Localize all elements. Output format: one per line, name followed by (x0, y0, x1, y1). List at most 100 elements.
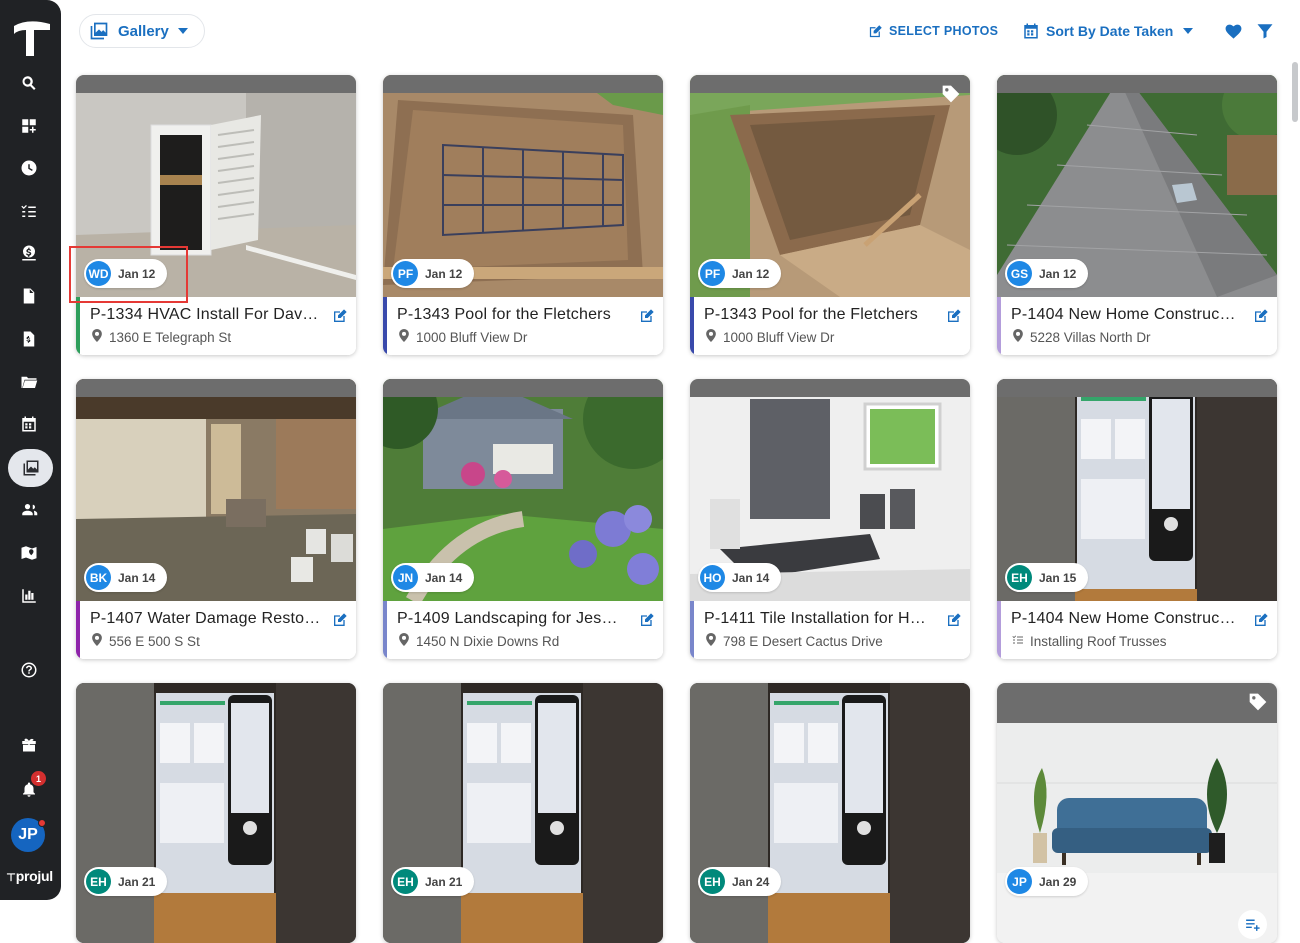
photo-thumbnail[interactable] (690, 683, 970, 943)
edit-icon (869, 24, 882, 37)
search-icon[interactable] (15, 69, 43, 97)
subtitle-text: Installing Roof Trusses (1030, 633, 1167, 649)
photo-date-chip: EH Jan 21 (84, 867, 168, 896)
project-title[interactable]: P-1407 Water Damage Resto… (90, 610, 324, 628)
projul-hammer-logo[interactable] (10, 18, 52, 58)
edit-icon[interactable] (332, 612, 348, 628)
project-title[interactable]: P-1409 Landscaping for Jes… (397, 610, 631, 628)
bell-icon[interactable]: 1 (15, 771, 46, 804)
clock-icon[interactable] (15, 154, 43, 182)
filter-icon (1257, 24, 1273, 39)
checklist-icon[interactable] (15, 197, 43, 225)
edit-icon[interactable] (332, 308, 348, 324)
filter-button[interactable] (1256, 20, 1274, 42)
map-icon[interactable] (15, 539, 43, 567)
tag-icon[interactable] (1248, 692, 1268, 712)
uploader-avatar: EH (86, 869, 111, 894)
photo-card[interactable]: JP Jan 29 (997, 683, 1277, 943)
photo-card[interactable]: WD Jan 12 P-1334 HVAC Install For Dav… 1360… (76, 75, 356, 355)
money-icon[interactable] (15, 239, 43, 267)
view-switcher-label: Gallery (118, 22, 169, 40)
photo-card[interactable]: BK Jan 14 P-1407 Water Damage Resto… 556 E … (76, 379, 356, 659)
photo-card[interactable]: EH Jan 24 (690, 683, 970, 943)
photo-date: Jan 14 (732, 570, 770, 585)
project-title[interactable]: P-1411 Tile Installation for H… (704, 610, 938, 628)
help-icon[interactable] (15, 656, 43, 684)
photo-card[interactable]: EH Jan 21 (383, 683, 663, 943)
photo-date-chip: EH Jan 24 (698, 867, 782, 896)
invoice-icon[interactable] (15, 325, 43, 353)
project-title[interactable]: P-1404 New Home Construc… (1011, 306, 1245, 324)
photo-date: Jan 12 (1039, 266, 1077, 281)
view-switcher-dropdown[interactable]: Gallery (79, 14, 205, 48)
uploader-avatar: JP (1007, 869, 1032, 894)
notification-badge: 1 (31, 771, 46, 786)
photo-card[interactable]: GS Jan 12 P-1404 New Home Construc… 5228 Vi… (997, 75, 1277, 355)
photo-date-chip: HO Jan 14 (698, 563, 782, 592)
photo-card[interactable]: EH Jan 15 P-1404 New Home Construc… Install… (997, 379, 1277, 659)
photo-letterbox (383, 379, 663, 397)
calendar-icon[interactable] (15, 410, 43, 438)
project-title[interactable]: P-1343 Pool for the Fletchers (704, 306, 938, 324)
uploader-avatar: HO (700, 565, 725, 590)
subtitle-text: 556 E 500 S St (109, 633, 200, 649)
project-title[interactable]: P-1343 Pool for the Fletchers (397, 306, 631, 324)
favorites-filter-button[interactable] (1224, 20, 1243, 42)
edit-icon[interactable] (946, 612, 962, 628)
card-info[interactable]: P-1343 Pool for the Fletchers 1000 Bluff … (383, 297, 663, 355)
pin-icon (1012, 329, 1024, 345)
caret-down-icon (1183, 28, 1194, 34)
project-title[interactable]: P-1404 New Home Construc… (1011, 610, 1245, 628)
card-info[interactable]: P-1404 New Home Construc… Installing Roof… (997, 601, 1277, 659)
edit-icon[interactable] (639, 308, 655, 324)
pin-icon (91, 329, 103, 345)
user-avatar[interactable]: JP (11, 818, 46, 852)
uploader-avatar: BK (86, 565, 111, 590)
photo-date-chip: PF Jan 12 (698, 259, 782, 288)
checklist-icon (1012, 633, 1024, 649)
photo-date: Jan 24 (732, 874, 770, 889)
photo-letterbox (997, 75, 1277, 93)
tag-icon[interactable] (941, 84, 961, 104)
add-to-list-icon[interactable] (1238, 910, 1267, 939)
dashboard-icon[interactable] (15, 112, 43, 140)
project-title[interactable]: P-1334 HVAC Install For Dav… (90, 306, 324, 324)
uploader-avatar: JN (393, 565, 418, 590)
photo-card[interactable]: JN Jan 14 P-1409 Landscaping for Jes… 1450 … (383, 379, 663, 659)
project-subtitle: 1000 Bluff View Dr (398, 329, 527, 345)
card-info[interactable]: P-1404 New Home Construc… 5228 Villas Nor… (997, 297, 1277, 355)
document-icon[interactable] (15, 282, 43, 310)
reports-icon[interactable] (15, 582, 43, 610)
people-icon[interactable] (15, 496, 43, 524)
photo-date: Jan 12 (425, 266, 463, 281)
card-info[interactable]: P-1334 HVAC Install For Dav… 1360 E Teleg… (76, 297, 356, 355)
select-photos-button[interactable]: SELECT PHOTOS (868, 20, 998, 42)
photo-thumbnail[interactable] (383, 683, 663, 943)
brand-wordmark: ⊤projul (6, 868, 53, 884)
photo-thumbnail[interactable] (76, 683, 356, 943)
photo-card[interactable]: EH Jan 21 (76, 683, 356, 943)
card-info[interactable]: P-1407 Water Damage Resto… 556 E 500 S St (76, 601, 356, 659)
project-subtitle: 1000 Bluff View Dr (705, 329, 834, 345)
photo-card[interactable]: PF Jan 12 P-1343 Pool for the Fletchers 100… (383, 75, 663, 355)
card-info[interactable]: P-1411 Tile Installation for H… 798 E Des… (690, 601, 970, 659)
gift-icon[interactable] (15, 730, 43, 758)
card-info[interactable]: P-1409 Landscaping for Jes… 1450 N Dixie … (383, 601, 663, 659)
photos-icon[interactable] (8, 449, 53, 487)
photo-thumbnail[interactable] (997, 683, 1277, 943)
edit-icon[interactable] (1253, 308, 1269, 324)
scrollbar-thumb[interactable] (1292, 62, 1298, 122)
card-info[interactable]: P-1343 Pool for the Fletchers 1000 Bluff … (690, 297, 970, 355)
user-status-dot (38, 819, 46, 827)
pin-icon (398, 329, 410, 345)
photo-card[interactable]: PF Jan 12 P-1343 Pool for the Fletchers 100… (690, 75, 970, 355)
edit-icon[interactable] (946, 308, 962, 324)
sort-dropdown[interactable]: Sort By Date Taken (1022, 20, 1194, 42)
photo-date: Jan 14 (118, 570, 156, 585)
project-subtitle: 798 E Desert Cactus Drive (705, 633, 883, 649)
edit-icon[interactable] (1253, 612, 1269, 628)
photo-card[interactable]: HO Jan 14 P-1411 Tile Installation for H… 7… (690, 379, 970, 659)
edit-icon[interactable] (639, 612, 655, 628)
photo-date-chip: EH Jan 15 (1005, 563, 1089, 592)
folder-icon[interactable] (15, 368, 43, 396)
